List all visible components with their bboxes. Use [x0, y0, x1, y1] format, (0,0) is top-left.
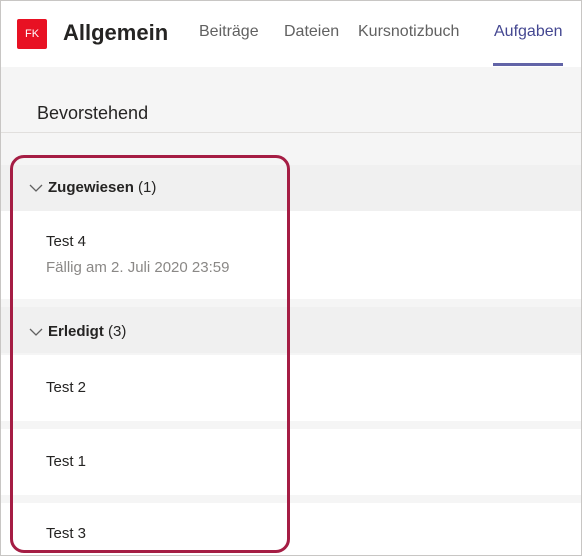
assignment-due-date: Fällig am 2. Juli 2020 23:59 [46, 259, 230, 276]
section-header-zugewiesen[interactable]: Zugewiesen (1) [1, 165, 581, 211]
tab-beitraege[interactable]: Beiträge [199, 23, 259, 41]
section-name: Zugewiesen [48, 179, 134, 196]
app-window: FK Allgemein Beiträge Dateien Kursnotizb… [0, 0, 582, 556]
assignment-title: Test 2 [46, 379, 87, 396]
channel-title: Allgemein [63, 20, 169, 45]
assignment-row-test-1[interactable]: Test 1 [1, 429, 581, 495]
assignment-row-test-2[interactable]: Test 2 [1, 355, 581, 421]
active-tab-indicator [493, 63, 563, 66]
tab-dateien[interactable]: Dateien [284, 23, 339, 41]
chevron-down-icon [29, 184, 43, 192]
section-label-erledigt: Erledigt (3) [48, 323, 126, 340]
assignment-title: Test 4 [46, 233, 87, 250]
section-label-zugewiesen: Zugewiesen (1) [48, 179, 156, 196]
assignment-row-test-3[interactable]: Test 3 [1, 503, 581, 555]
section-title-bevorstehend: Bevorstehend [37, 103, 149, 123]
section-count: (3) [108, 323, 127, 340]
channel-header: FK Allgemein Beiträge Dateien Kursnotizb… [1, 1, 581, 68]
assignment-row-test-4[interactable]: Test 4 Fällig am 2. Juli 2020 23:59 [1, 211, 581, 299]
assignment-title: Test 3 [46, 525, 87, 542]
team-avatar[interactable]: FK [17, 19, 47, 49]
assignment-title: Test 1 [46, 453, 87, 470]
section-count: (1) [138, 179, 157, 196]
tab-aufgaben[interactable]: Aufgaben [494, 23, 563, 41]
tab-kursnotizbuch[interactable]: Kursnotizbuch [358, 23, 459, 41]
section-name: Erledigt [48, 323, 104, 340]
chevron-down-icon [29, 328, 43, 336]
section-header-erledigt[interactable]: Erledigt (3) [1, 307, 581, 353]
